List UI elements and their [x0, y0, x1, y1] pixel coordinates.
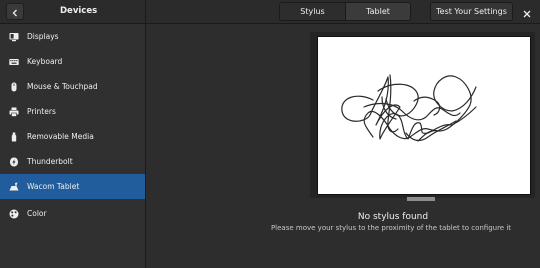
test-settings-button[interactable]: Test Your Settings	[430, 2, 513, 21]
sidebar-item-removable-media[interactable]: Removable Media	[0, 124, 145, 149]
keyboard-icon	[9, 57, 19, 67]
chevron-left-icon	[11, 2, 19, 21]
header-bar: Devices Stylus Tablet Test Your Settings	[0, 0, 540, 24]
stylus-scribble	[341, 74, 477, 142]
tablet-preview	[310, 32, 535, 198]
device-tab-switcher: Stylus Tablet	[279, 2, 411, 21]
sidebar-item-keyboard[interactable]: Keyboard	[0, 49, 145, 74]
sidebar-item-label: Printers	[27, 107, 56, 116]
tab-stylus[interactable]: Stylus	[280, 3, 346, 20]
thunderbolt-icon	[9, 157, 19, 167]
status-hint-text: Please move your stylus to the proximity…	[270, 224, 512, 232]
sidebar-item-thunderbolt[interactable]: Thunderbolt	[0, 149, 145, 174]
sidebar-header: Devices	[0, 0, 146, 24]
status-title-text: No stylus found	[357, 212, 429, 222]
sidebar-item-label: Color	[27, 209, 47, 218]
drawing-test-area[interactable]	[317, 36, 531, 195]
close-button[interactable]	[519, 4, 535, 20]
close-icon	[523, 3, 531, 22]
sidebar-item-label: Thunderbolt	[27, 157, 73, 166]
sidebar-item-color[interactable]: Color	[0, 201, 145, 226]
sidebar-item-label: Removable Media	[27, 132, 94, 141]
sidebar-item-printers[interactable]: Printers	[0, 99, 145, 124]
main-content: No stylus found Please move your stylus …	[146, 24, 540, 268]
back-button[interactable]	[6, 3, 24, 20]
status-title: No stylus found	[146, 212, 540, 222]
color-palette-icon	[9, 209, 19, 219]
status-hint: Please move your stylus to the proximity…	[146, 224, 540, 232]
tablet-icon	[9, 182, 19, 192]
sidebar-item-wacom-tablet[interactable]: Wacom Tablet	[0, 174, 145, 199]
page-title: Devices	[60, 6, 98, 16]
printer-icon	[9, 107, 19, 117]
sidebar-item-label: Wacom Tablet	[27, 182, 80, 191]
sidebar-item-label: Keyboard	[27, 57, 63, 66]
usb-drive-icon	[9, 132, 19, 142]
display-icon	[9, 32, 19, 42]
sidebar-item-mouse-touchpad[interactable]: Mouse & Touchpad	[0, 74, 145, 99]
tab-tablet[interactable]: Tablet	[346, 3, 410, 20]
sidebar: Displays Keyboard Mouse & Touchpad Print…	[0, 24, 146, 268]
sidebar-item-label: Displays	[27, 32, 59, 41]
mouse-icon	[9, 82, 19, 92]
sidebar-item-displays[interactable]: Displays	[0, 24, 145, 49]
tablet-stand	[407, 197, 435, 201]
sidebar-item-label: Mouse & Touchpad	[27, 82, 98, 91]
